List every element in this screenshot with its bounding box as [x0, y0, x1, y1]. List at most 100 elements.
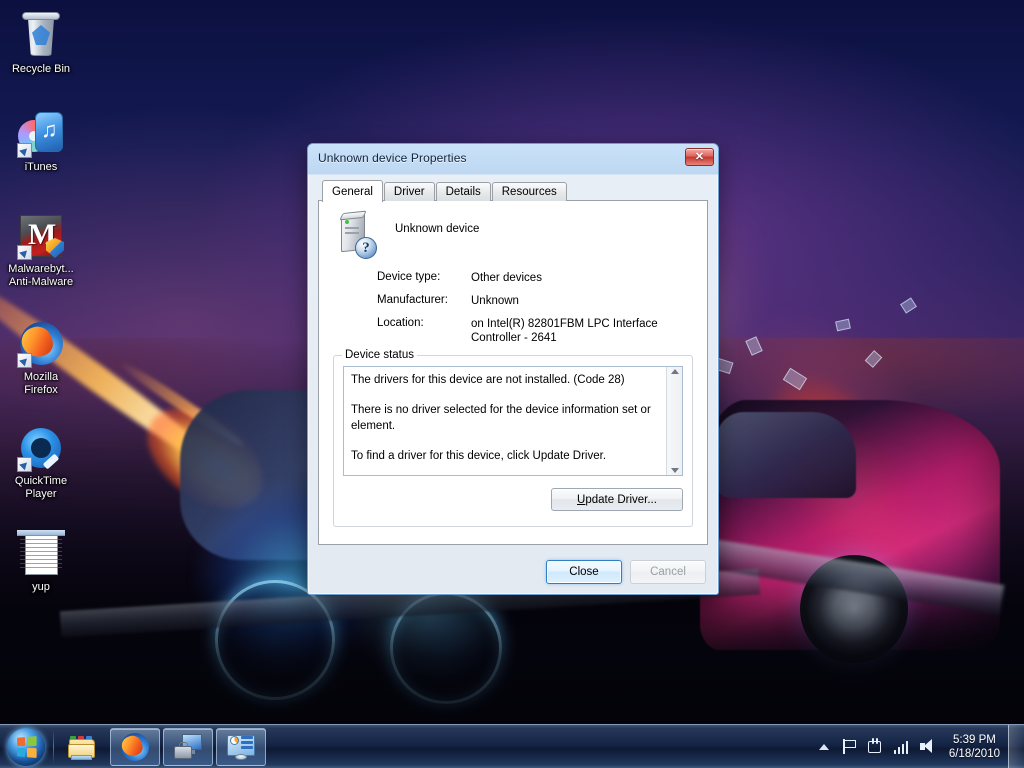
wallpaper-glass-shard — [782, 367, 808, 391]
windows-logo-icon — [7, 727, 45, 766]
speaker-icon — [919, 739, 936, 754]
device-fields: Device type: Other devices Manufacturer:… — [333, 271, 693, 345]
close-glyph: ✕ — [694, 150, 705, 163]
field-value: Other devices — [471, 272, 542, 284]
desktop-icon-label: QuickTime Player — [14, 475, 68, 500]
update-driver-button[interactable]: Update Driver... — [551, 488, 683, 511]
field-label: Location: — [377, 317, 424, 329]
wallpaper-bike-wheel-rear — [390, 592, 502, 704]
status-line: To find a driver for this device, click … — [351, 450, 607, 462]
shortcut-arrow-icon — [17, 143, 32, 158]
wallpaper-guardrail-right — [683, 535, 1005, 615]
clock-date: 6/18/2010 — [948, 747, 1000, 760]
clock-time: 5:39 PM — [953, 733, 996, 746]
unknown-device-properties-dialog[interactable]: Unknown device Properties ✕ General Driv… — [307, 143, 719, 595]
taskbar-explorer[interactable] — [57, 728, 107, 766]
close-button[interactable]: Close — [546, 560, 622, 584]
device-status-box[interactable]: The drivers for this device are not inst… — [343, 366, 683, 476]
taskbar-control-panel[interactable] — [216, 727, 266, 766]
desktop-icon-label: Mozilla Firefox — [23, 371, 59, 396]
tabstrip: General Driver Details Resources — [318, 180, 708, 202]
dialog-titlebar[interactable]: Unknown device Properties ✕ — [308, 144, 718, 172]
control-panel-icon — [226, 732, 256, 762]
wallpaper-meteor-small — [103, 335, 277, 480]
wallpaper-car-wheel — [800, 555, 908, 663]
desktop-icon-malwarebytes[interactable]: Malwarebyt... Anti-Malware — [2, 212, 80, 288]
question-mark-glyph: ? — [362, 239, 370, 256]
desktop-icon-quicktime-player[interactable]: QuickTime Player — [2, 424, 80, 500]
status-scrollbar[interactable] — [666, 367, 682, 475]
tab-general[interactable]: General — [322, 180, 383, 202]
desktop-icon-label: yup — [32, 581, 50, 593]
status-line: There is no driver selected for the devi… — [351, 404, 651, 432]
network-signal-button[interactable] — [891, 732, 913, 762]
update-driver-label: pdate Driver... — [585, 493, 657, 506]
wallpaper-glass-shard — [835, 318, 851, 332]
device-status-group: Device status The drivers for this devic… — [333, 349, 693, 527]
device-header: ? Unknown device — [333, 210, 693, 267]
text-document-icon — [17, 530, 65, 578]
signal-bars-icon — [893, 740, 910, 754]
device-status-text: The drivers for this device are not inst… — [351, 372, 666, 464]
tab-resources[interactable]: Resources — [491, 182, 567, 201]
field-label: Device type: — [377, 271, 441, 283]
shortcut-arrow-icon — [17, 457, 32, 472]
hand-icon — [868, 737, 883, 755]
tab-details[interactable]: Details — [435, 182, 491, 201]
field-manufacturer: Manufacturer: Unknown — [333, 294, 693, 308]
desktop-icon-mozilla-firefox[interactable]: Mozilla Firefox — [2, 320, 80, 396]
quicktime-icon — [17, 424, 65, 472]
status-line: The drivers for this device are not inst… — [351, 374, 625, 386]
explorer-icon — [67, 732, 97, 762]
field-device-type: Device type: Other devices — [333, 271, 693, 285]
desktop-icon-recycle-bin[interactable]: Recycle Bin — [2, 12, 80, 76]
desktop-icon-label: Recycle Bin — [11, 63, 71, 75]
dialog-body: General Driver Details Resources ? Unkno… — [308, 172, 718, 594]
cancel-button: Cancel — [630, 560, 706, 584]
network-hand-button[interactable] — [865, 732, 887, 762]
tab-panel-general: ? Unknown device Device type: Other devi… — [318, 200, 708, 545]
show-desktop-button[interactable] — [1008, 724, 1024, 768]
taskbar[interactable]: 5:39 PM 6/18/2010 — [0, 724, 1024, 768]
wallpaper-car-window — [716, 412, 856, 498]
device-name: Unknown device — [395, 223, 480, 235]
unknown-device-icon: ? — [337, 210, 381, 261]
volume-button[interactable] — [917, 732, 939, 762]
question-mark-badge-icon: ? — [355, 237, 377, 259]
clock[interactable]: 5:39 PM 6/18/2010 — [941, 733, 1008, 761]
action-center-button[interactable] — [839, 732, 861, 762]
flag-icon — [842, 739, 857, 754]
desktop[interactable]: Recycle Bin iTunes Malwarebyt... Anti-Ma… — [0, 0, 1024, 768]
chevron-up-icon — [818, 743, 829, 750]
tab-label: General — [332, 185, 373, 198]
dialog-footer: Close Cancel — [308, 550, 718, 594]
close-icon[interactable]: ✕ — [685, 148, 714, 166]
firefox-icon — [120, 732, 150, 762]
tab-driver[interactable]: Driver — [383, 182, 435, 201]
scroll-down-icon[interactable] — [670, 468, 679, 473]
taskbar-device-manager[interactable] — [163, 727, 213, 766]
firefox-icon — [17, 320, 65, 368]
field-label: Manufacturer: — [377, 294, 448, 306]
wallpaper-glass-shard — [745, 336, 763, 356]
update-driver-row: Update Driver... — [343, 488, 683, 511]
wallpaper-glass-shard — [864, 350, 883, 368]
malwarebytes-icon — [17, 212, 65, 260]
wallpaper-car-body — [700, 400, 1000, 650]
shortcut-arrow-icon — [17, 353, 32, 368]
show-hidden-icons-button[interactable] — [813, 732, 835, 762]
device-status-legend: Device status — [342, 349, 418, 361]
itunes-icon — [17, 110, 65, 158]
start-button[interactable] — [2, 727, 50, 767]
field-location: Location: on Intel(R) 82801FBM LPC Inter… — [333, 317, 693, 345]
recycle-bin-icon — [17, 12, 65, 60]
tab-label: Details — [445, 186, 481, 198]
desktop-icon-itunes[interactable]: iTunes — [2, 110, 80, 174]
scroll-up-icon[interactable] — [670, 369, 679, 374]
taskbar-firefox[interactable] — [110, 727, 160, 766]
wallpaper-glass-shard — [900, 297, 917, 314]
field-value: on Intel(R) 82801FBM LPC Interface Contr… — [471, 318, 658, 344]
wallpaper-bike-wheel-front — [215, 580, 335, 700]
desktop-icon-yup-document[interactable]: yup — [2, 530, 80, 594]
system-tray[interactable]: 5:39 PM 6/18/2010 — [805, 724, 1024, 768]
